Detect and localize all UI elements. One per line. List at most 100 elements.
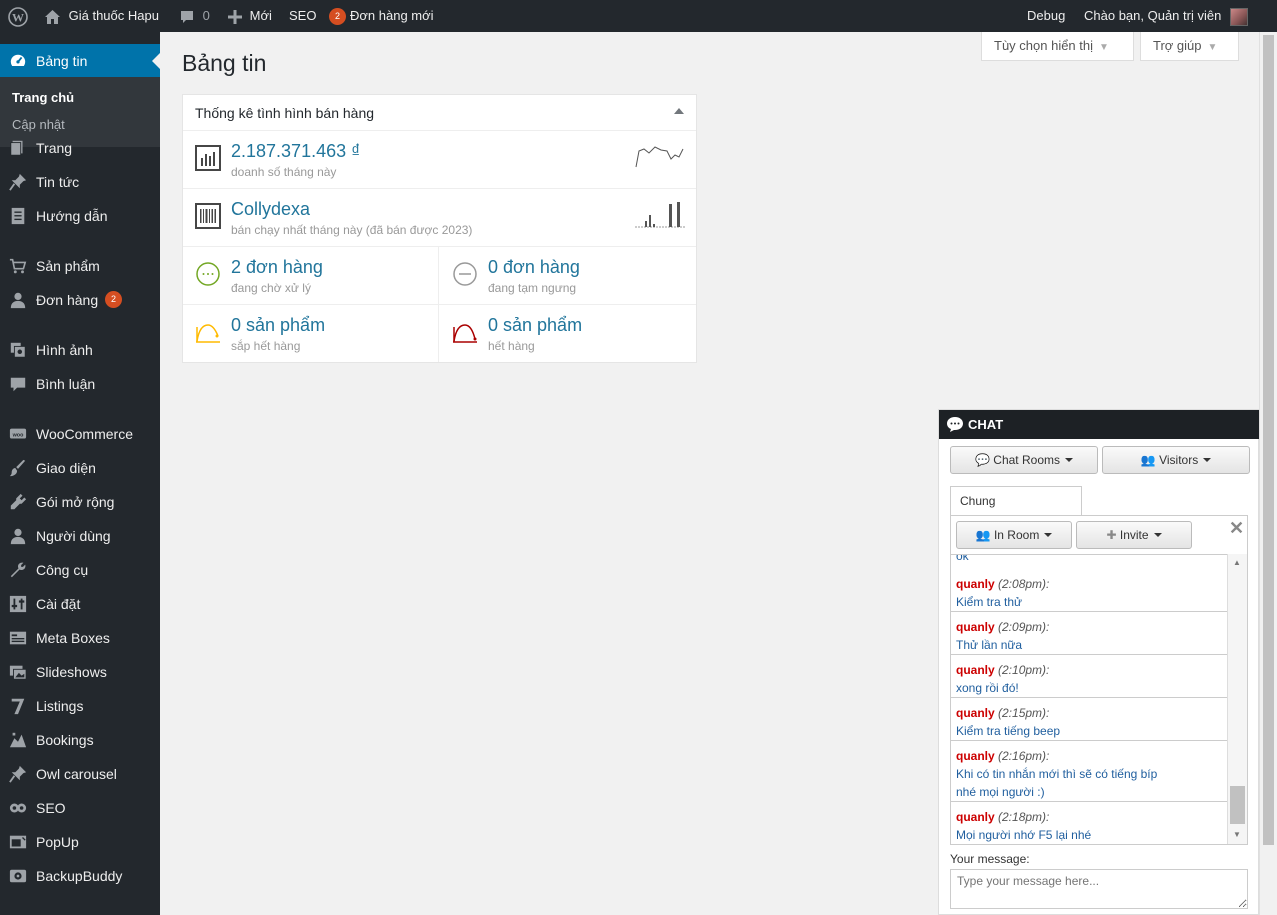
cart-icon [9,258,27,274]
scroll-thumb[interactable] [1230,786,1245,824]
comments-link[interactable]: 0 [179,0,210,32]
low-stock-cell[interactable]: 0 sản phẩm sắp hết hàng [183,305,439,362]
sidebar-item-label: Tin tức [36,174,80,190]
widget-title: Thống kê tình hình bán hàng [195,105,375,121]
message-time: (2:15pm) [998,706,1047,720]
message-text: xong rồi đó! [956,681,1019,695]
onhold-orders-cell[interactable]: 0 đơn hàng đang tạm ngưng [440,247,696,304]
new-orders-link[interactable]: 2 Đơn hàng mới [329,0,434,32]
submenu-updates[interactable]: Cập nhật [12,117,65,132]
admin-bar: W Giá thuốc Hapu 0 Mới SEO 2 Đơn hàng mới… [0,0,1277,32]
sidebar-item-hình-ảnh[interactable]: Hình ảnh [0,333,160,367]
sidebar-item-owl-carousel[interactable]: Owl carousel [0,757,160,791]
sidebar-item-label: WooCommerce [36,426,133,442]
message-user[interactable]: quanly [956,706,995,720]
message-time: (2:18pm) [998,810,1047,824]
seo-link[interactable]: SEO [289,0,316,32]
message-text: ok [956,554,969,563]
chat-panel: CHAT 💬 Chat Rooms 👥 Visitors Chung ✕ 👥 I… [938,409,1260,915]
sidebar-item-woocommerce[interactable]: woo WooCommerce [0,417,160,451]
site-name-label: Giá thuốc Hapu [68,8,159,23]
out-of-stock-icon [453,324,477,343]
chat-header[interactable]: CHAT [939,410,1260,439]
out-of-stock-cell[interactable]: 0 sản phẩm hết hàng [440,305,696,362]
sidebar-item-hướng-dẫn[interactable]: Hướng dẫn [0,199,160,233]
sidebar-item-bookings[interactable]: Bookings [0,723,160,757]
message-user[interactable]: quanly [956,749,995,763]
sidebar-item-backupbuddy[interactable]: BackupBuddy [0,859,160,893]
sales-this-month-row[interactable]: 2.187.371.463 ₫ doanh số tháng này [183,131,696,189]
message-text: Khi có tin nhắn mới thì sẽ có tiếng bíp [956,767,1158,781]
orders-status-row: 2 đơn hàng đang chờ xử lý 0 đơn hàng đan… [183,247,696,305]
message-input[interactable] [950,869,1248,909]
message-scrollbar[interactable]: ▲ ▼ [1227,554,1247,844]
brush-icon [9,459,26,477]
new-label: Mới [249,8,272,23]
page-scrollbar[interactable] [1259,32,1277,915]
visitors-icon: 👥 [1140,453,1156,467]
sidebar-item-seo[interactable]: SEO [0,791,160,825]
new-content-link[interactable]: Mới [228,0,272,32]
low-stock-value: 0 sản phẩm [231,315,326,335]
sidebar-item-tin-tức[interactable]: Tin tức [0,165,160,199]
wordpress-logo-icon[interactable]: W [8,0,28,32]
tab-chung[interactable]: Chung [950,486,1082,516]
caret-down-icon [1044,533,1053,537]
sidebar-item-label: Người dùng [36,528,111,544]
sidebar-item-đơn-hàng[interactable]: Đơn hàng 2 [0,283,160,317]
menu-dashboard[interactable]: Bảng tin [0,44,160,78]
sidebar-item-label: Cài đặt [36,596,81,612]
help-label: Trợ giúp [1153,38,1202,53]
sidebar-item-listings[interactable]: Listings [0,689,160,723]
sidebar-item-giao-diện[interactable]: Giao diện [0,451,160,485]
message-user[interactable]: quanly [956,620,995,634]
bar-chart-icon [195,145,221,171]
message-user[interactable]: quanly [956,577,995,591]
submenu-home[interactable]: Trang chủ [12,90,74,105]
sidebar-item-label: Slideshows [36,664,107,680]
new-orders-label: Đơn hàng mới [350,8,434,23]
account-menu[interactable]: Chào bạn, Quản trị viên [1084,0,1248,32]
top-seller-row[interactable]: Collydexa bán chạy nhất tháng này (đã bá… [183,189,696,247]
message-user[interactable]: quanly [956,663,995,677]
sidebar-item-gói-mở-rộng[interactable]: Gói mở rộng [0,485,160,519]
screen-options-button[interactable]: Tùy chọn hiển thị ▼ [981,32,1134,61]
sidebar-item-cài-đặt[interactable]: Cài đặt [0,587,160,621]
chat-rooms-button[interactable]: 💬 Chat Rooms [950,446,1098,474]
message-text: Kiểm tra thử [956,595,1023,609]
top-seller-name[interactable]: Collydexa [231,199,310,220]
sidebar-item-người-dùng[interactable]: Người dùng [0,519,160,553]
processing-orders-cell[interactable]: 2 đơn hàng đang chờ xử lý [183,247,439,304]
barcode-icon [195,203,221,229]
sidebar-item-bình-luận[interactable]: Bình luận [0,367,160,401]
debug-link[interactable]: Debug [1027,0,1065,32]
scroll-down-icon[interactable]: ▼ [1233,830,1241,839]
page-scroll-thumb[interactable] [1263,35,1274,845]
help-button[interactable]: Trợ giúp ▼ [1140,32,1239,61]
close-icon[interactable]: ✕ [1229,518,1244,539]
comment-icon [10,377,26,392]
message-user[interactable]: quanly [956,810,995,824]
stock-status-row: 0 sản phẩm sắp hết hàng 0 sản phẩm hết h… [183,305,696,363]
orders-badge: 2 [329,8,346,26]
sidebar-item-meta-boxes[interactable]: Meta Boxes [0,621,160,655]
sidebar-item-công-cụ[interactable]: Công cụ [0,553,160,587]
sidebar-item-trang[interactable]: Trang [0,131,160,165]
sidebar-item-popup[interactable]: PopUp [0,825,160,859]
caret-down-icon: ▼ [1207,42,1218,53]
site-name-link[interactable]: Giá thuốc Hapu [44,0,159,32]
invite-button[interactable]: ✚ Invite [1076,521,1192,549]
pin-icon [9,173,27,191]
caret-down-icon [1153,533,1162,537]
sidebar-item-sản-phẩm[interactable]: Sản phẩm [0,249,160,283]
in-room-button[interactable]: 👥 In Room [956,521,1072,549]
visitors-button[interactable]: 👥 Visitors [1102,446,1250,474]
sales-label: doanh số tháng này [231,165,337,179]
invite-label: Invite [1119,528,1149,542]
scroll-up-icon[interactable]: ▲ [1233,558,1241,567]
collapse-arrow-icon[interactable] [674,108,684,114]
widget-header[interactable]: Thống kê tình hình bán hàng [183,95,696,131]
caret-down-icon: ▼ [1099,42,1109,53]
sidebar-item-label: SEO [36,800,66,816]
sidebar-item-slideshows[interactable]: Slideshows [0,655,160,689]
